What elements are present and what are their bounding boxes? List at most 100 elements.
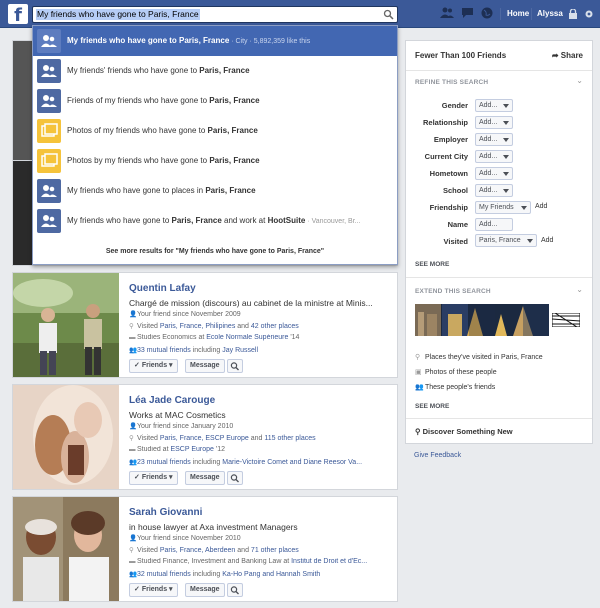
typeahead-text: My friends who have gone to Paris, Franc… xyxy=(67,216,361,225)
divider xyxy=(531,8,532,20)
filter-school-select[interactable]: Add... xyxy=(475,184,513,197)
person-icon xyxy=(37,29,61,53)
filter-label-employer: Employer xyxy=(433,135,468,144)
visited-add-link[interactable]: Add xyxy=(541,237,553,244)
visited-line: ⚲ Visited Paris, France, Aberdeen and 71 … xyxy=(129,547,299,554)
result-name[interactable]: Sarah Giovanni xyxy=(129,507,202,518)
result-name[interactable]: Quentin Lafay xyxy=(129,283,196,294)
photo-icon: ▣ xyxy=(415,369,422,376)
filter-employer-select[interactable]: Add... xyxy=(475,133,513,146)
typeahead-text: Photos of my friends who have gone to Pa… xyxy=(67,126,258,135)
filter-relationship-select[interactable]: Add... xyxy=(475,116,513,129)
friendship-add-link[interactable]: Add xyxy=(535,203,547,210)
chevron-down-icon[interactable]: ⌄ xyxy=(576,76,583,85)
give-feedback-link[interactable]: Give Feedback xyxy=(414,452,461,459)
discover-link[interactable]: ⚲ Discover Something New xyxy=(415,427,513,436)
filter-visited-select[interactable]: Paris, France xyxy=(475,234,537,247)
extend-friends[interactable]: 👥These people's friends xyxy=(415,383,495,391)
search-typeahead: My friends who have gone to Paris, Franc… xyxy=(32,25,398,265)
typeahead-item[interactable]: My friends who have gone to Paris, Franc… xyxy=(33,26,397,56)
home-link[interactable]: Home xyxy=(507,9,529,18)
message-button[interactable]: Message xyxy=(185,471,225,485)
result-name[interactable]: Léa Jade Carouge xyxy=(129,395,215,406)
photo-icon xyxy=(37,119,61,143)
seal-icon xyxy=(552,313,580,327)
chevron-down-icon[interactable]: ⌄ xyxy=(576,285,583,294)
result-card: Léa Jade Carouge Works at MAC Cosmetics … xyxy=(12,384,398,490)
extend-photos[interactable]: ▣ Photos of these people xyxy=(415,368,497,376)
friend-requests-icon[interactable] xyxy=(440,7,454,19)
school-icon: ▬ xyxy=(129,558,136,565)
person-icon: 👤 xyxy=(129,311,138,318)
typeahead-text: My friends' friends who have gone to Par… xyxy=(67,66,250,75)
settings-gear-icon[interactable] xyxy=(584,9,594,19)
person-icon xyxy=(37,89,61,113)
typeahead-item[interactable]: Friends of my friends who have gone to P… xyxy=(33,86,397,116)
visited-line: ⚲ Visited Paris, France, Philipines and 4… xyxy=(129,323,299,330)
see-more-link[interactable]: SEE MORE xyxy=(415,261,449,268)
places-photo-strip[interactable] xyxy=(415,304,549,336)
search-more-button[interactable] xyxy=(227,359,243,373)
school-icon: ▬ xyxy=(129,446,136,453)
result-job: Works at MAC Cosmetics xyxy=(129,410,226,420)
profile-photo[interactable] xyxy=(13,273,119,377)
search-more-button[interactable] xyxy=(227,583,243,597)
pin-icon: ⚲ xyxy=(129,547,134,554)
person-icon xyxy=(37,209,61,233)
share-button[interactable]: ➦ Share xyxy=(552,51,583,60)
typeahead-text: My friends who have gone to Paris, Franc… xyxy=(67,36,311,45)
see-more-results-link[interactable]: See more results for "My friends who hav… xyxy=(33,248,397,255)
filter-current-city-select[interactable]: Add... xyxy=(475,150,513,163)
filter-hometown-select[interactable]: Add... xyxy=(475,167,513,180)
typeahead-item[interactable]: Photos of my friends who have gone to Pa… xyxy=(33,116,397,146)
messages-icon[interactable] xyxy=(461,7,474,19)
share-icon: ➦ xyxy=(551,51,559,60)
friends-button[interactable]: ✓ Friends ▾ xyxy=(129,359,178,373)
filter-label-current-city: Current City xyxy=(424,152,468,161)
filter-label-visited: Visited xyxy=(443,237,468,246)
typeahead-item[interactable]: My friends' friends who have gone to Par… xyxy=(33,56,397,86)
privacy-lock-icon[interactable] xyxy=(568,9,578,19)
search-more-button[interactable] xyxy=(227,471,243,485)
profile-photo[interactable] xyxy=(13,497,119,601)
panel-title: Fewer Than 100 Friends xyxy=(415,51,507,60)
filter-gender-select[interactable]: Add... xyxy=(475,99,513,112)
typeahead-text: Photos by my friends who have gone to Pa… xyxy=(67,156,260,165)
person-icon: 👤 xyxy=(129,535,138,542)
mutual-friends-line: 👥33 mutual friends including Jay Russell xyxy=(129,347,259,354)
profile-photo xyxy=(13,161,33,265)
profile-link[interactable]: Alyssa xyxy=(537,9,563,18)
filter-friendship-select[interactable]: My Friends xyxy=(475,201,531,214)
friends-icon: 👥 xyxy=(415,384,424,391)
friends-button[interactable]: ✓ Friends ▾ xyxy=(129,583,178,597)
notifications-globe-icon[interactable] xyxy=(481,7,493,19)
filter-label-name: Name xyxy=(447,220,468,229)
search-icon[interactable] xyxy=(383,9,394,20)
education-line: ▬ Studied Finance, Investment and Banking… xyxy=(129,558,368,565)
visited-line: ⚲ Visited Paris, France, ESCP Europe and … xyxy=(129,435,316,442)
typeahead-item[interactable]: My friends who have gone to Paris, Franc… xyxy=(33,206,397,236)
extend-places-visited[interactable]: ⚲ Places they've visited in Paris, France xyxy=(415,353,543,361)
typeahead-text: My friends who have gone to places in Pa… xyxy=(67,186,256,195)
filter-label-relationship: Relationship xyxy=(422,118,468,127)
divider xyxy=(500,8,501,20)
message-button[interactable]: Message xyxy=(185,359,225,373)
friends-button[interactable]: ✓ Friends ▾ xyxy=(129,471,178,485)
divider xyxy=(406,418,592,419)
typeahead-item[interactable]: Photos by my friends who have gone to Pa… xyxy=(33,146,397,176)
person-icon: 👤 xyxy=(129,423,138,430)
see-more-link[interactable]: SEE MORE xyxy=(415,403,449,410)
typeahead-item[interactable]: My friends who have gone to places in Pa… xyxy=(33,176,397,206)
message-button[interactable]: Message xyxy=(185,583,225,597)
friend-since: 👤Your friend since November 2009 xyxy=(129,311,241,318)
refine-heading: REFINE THIS SEARCH xyxy=(415,79,489,86)
search-input[interactable]: My friends who have gone to Paris, Franc… xyxy=(36,9,200,20)
search-box[interactable]: My friends who have gone to Paris, Franc… xyxy=(32,6,398,23)
facebook-logo[interactable]: f xyxy=(8,4,28,24)
filter-name-select[interactable]: Add... xyxy=(475,218,513,231)
friends-icon: 👥 xyxy=(129,347,138,354)
result-job: Chargé de mission (discours) au cabinet … xyxy=(129,298,373,308)
divider xyxy=(406,70,592,71)
filter-label-friendship: Friendship xyxy=(429,203,468,212)
profile-photo[interactable] xyxy=(13,385,119,489)
